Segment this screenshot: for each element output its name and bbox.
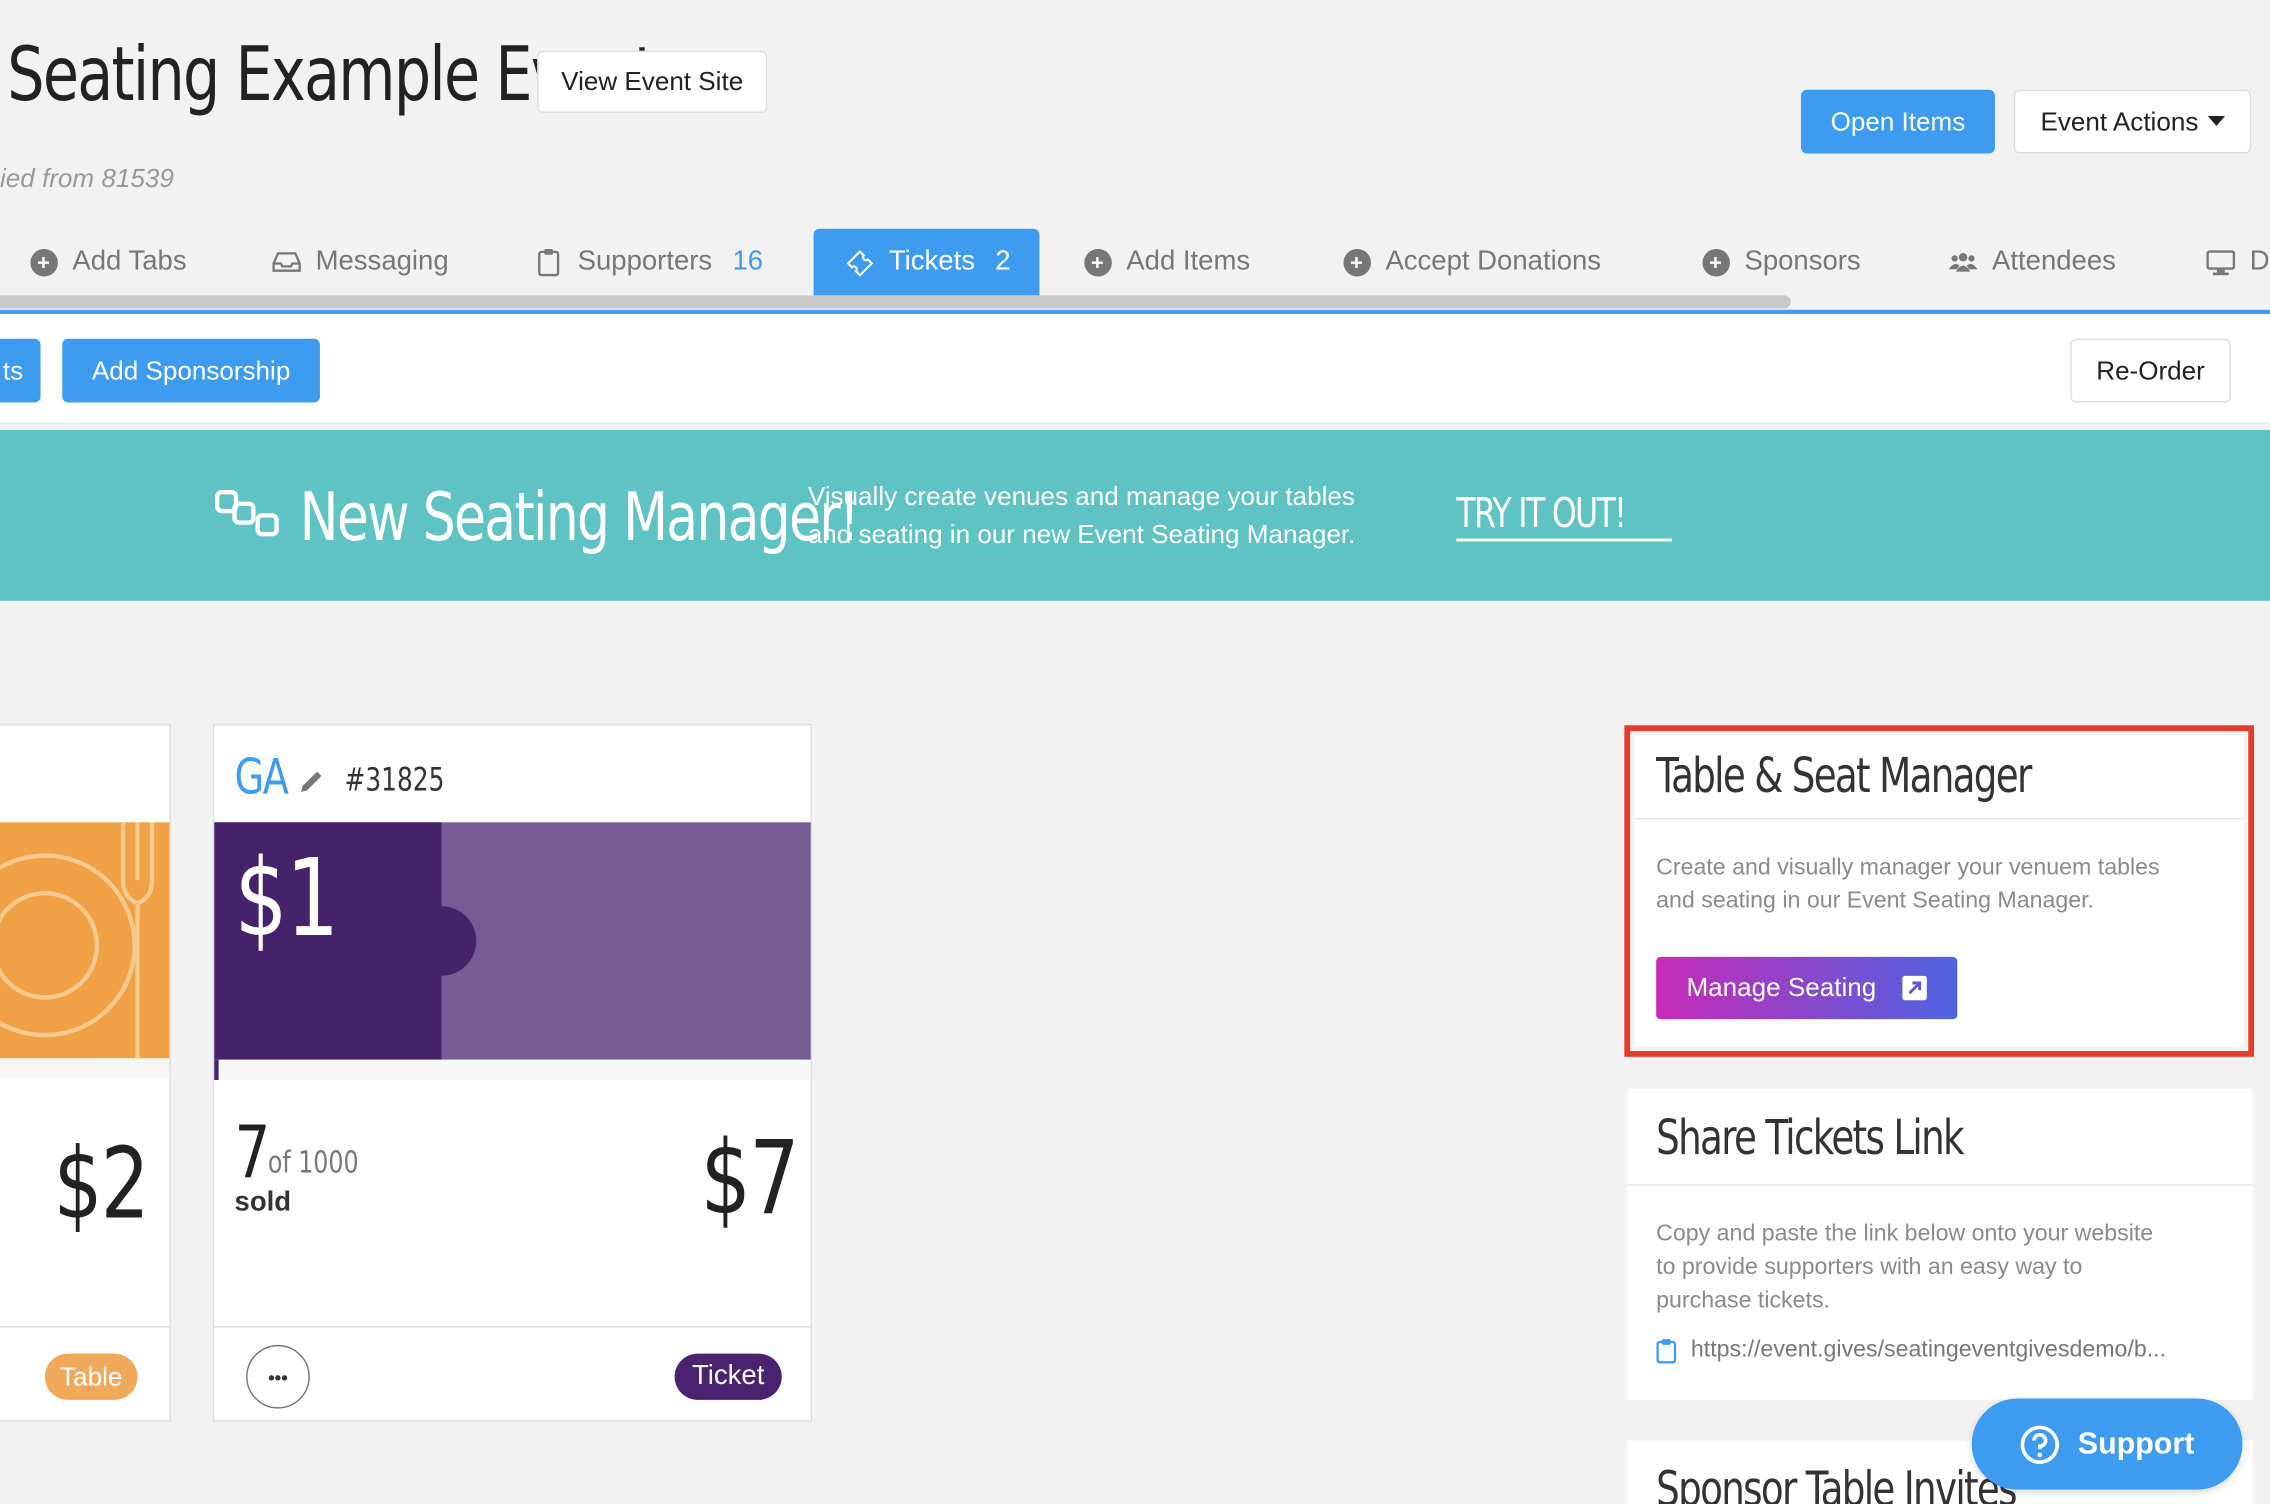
tab-add-tabs[interactable]: + Add Tabs [29,229,187,296]
partial-button[interactable]: ts [0,338,41,403]
table-card-image [0,822,170,1060]
banner-text: Visually create venues and manage your t… [807,482,1356,549]
seating-manager-icon [214,489,281,548]
add-sponsorship-button[interactable]: Add Sponsorship [62,338,320,403]
manage-seating-button[interactable]: Manage Seating [1656,956,1958,1020]
copied-from-label: ied from 81539 [0,163,174,193]
card-menu-button[interactable]: ••• [246,1344,310,1409]
plus-circle-icon: + [1342,248,1371,277]
ticket-icon [845,248,874,277]
tab-sponsors[interactable]: + Sponsors [1701,229,1861,296]
tab-accept-donations[interactable]: + Accept Donations [1342,229,1601,296]
clipboard-icon [534,248,563,277]
tab-messaging[interactable]: Messaging [272,229,449,296]
plus-circle-icon: + [1083,248,1112,277]
tab-attendees[interactable]: Attendees [1948,229,2116,296]
tab-supporters[interactable]: Supporters 16 [534,229,763,296]
users-icon [1948,248,1978,277]
supporters-count: 16 [732,246,764,277]
inbox-icon [272,248,301,277]
plate-fork-icon [0,822,155,1060]
tab-add-items[interactable]: + Add Items [1083,229,1250,296]
event-actions-dropdown[interactable]: Event Actions [2013,89,2252,154]
toolbar [0,314,2270,425]
ticket-total: $7 [700,1119,800,1238]
seat-manager-description: Create and visually manager your venuem … [1656,855,2160,914]
ticket-price: $1 [234,836,340,962]
sold-progress [214,1059,811,1080]
view-event-site-button[interactable]: View Event Site [537,50,768,113]
sold-of-total: of 1000 [267,1145,359,1180]
clipboard-icon [1656,1339,1677,1364]
ticket-id: #31825 [344,762,445,800]
tickets-count: 2 [995,246,1011,277]
share-link-panel: Share Tickets Link Copy and paste the li… [1627,1088,2253,1400]
share-link-description: Copy and paste the link below onto your … [1656,1221,2154,1314]
monitor-icon [2206,248,2236,277]
pencil-icon[interactable] [298,769,324,802]
table-ticket-card: $2 Table [0,723,171,1422]
ticket-image: $1 [214,822,811,1060]
seat-manager-panel: Table & Seat Manager Create and visually… [1634,735,2244,1047]
ga-ticket-card: GA #31825 $1 7 of 1000 sold $7 ••• Ticke… [212,723,813,1422]
share-link-url[interactable]: https://event.gives/seatingeventgivesdem… [1656,1338,2166,1364]
caret-down-icon [2207,115,2225,126]
ticket-name[interactable]: GA [235,748,302,806]
plus-circle-icon: + [1701,248,1730,277]
share-link-title: Share Tickets Link [1656,1108,1964,1166]
ticket-badge: Ticket [674,1353,782,1400]
help-circle-icon [2020,1424,2060,1464]
support-button[interactable]: Support [1971,1398,2243,1490]
seat-manager-title: Table & Seat Manager [1656,747,2032,804]
table-card-price: $2 [53,1127,150,1243]
tab-display[interactable]: D [2206,229,2270,296]
tab-scrollbar[interactable] [0,295,1791,309]
try-it-out-link[interactable]: TRY IT OUT! [1456,489,1673,542]
open-items-button[interactable]: Open Items [1800,89,1995,154]
sold-label: sold [234,1187,292,1218]
table-badge: Table [44,1353,138,1400]
reorder-button[interactable]: Re-Order [2070,338,2231,403]
external-link-icon [1902,975,1927,1001]
tab-tickets[interactable]: Tickets 2 [813,228,1040,296]
plus-circle-icon: + [29,248,58,277]
